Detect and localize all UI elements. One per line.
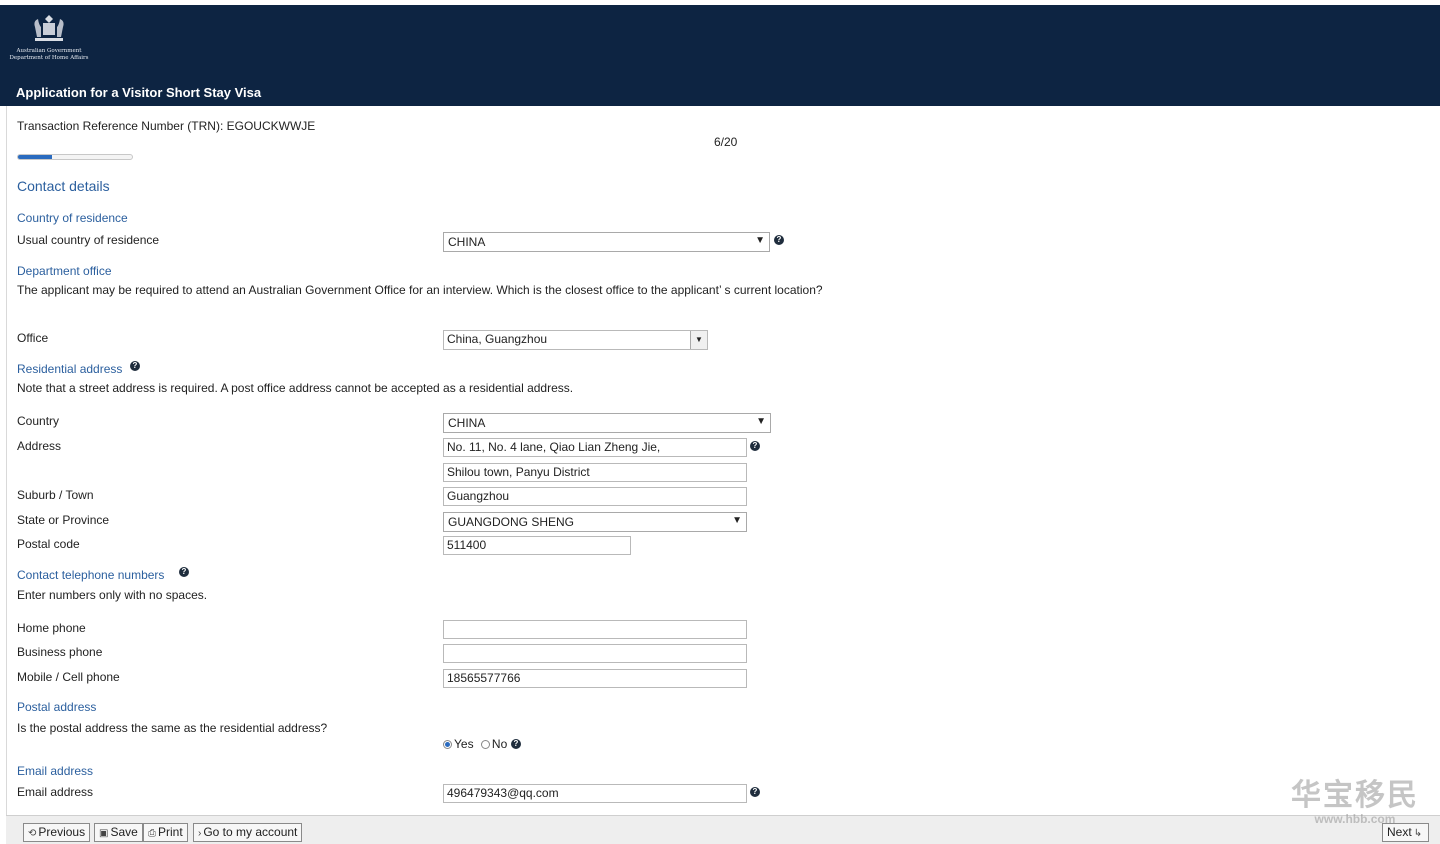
print-button[interactable]: ⎙ Print xyxy=(143,823,188,842)
mobile-phone-label: Mobile / Cell phone xyxy=(17,670,120,684)
trn-text: Transaction Reference Number (TRN): EGOU… xyxy=(17,119,316,133)
watermark-url: www.hbb.com xyxy=(1314,812,1396,826)
radio-no-label: No xyxy=(491,737,508,751)
chevron-down-icon: ▼ xyxy=(756,416,766,427)
section-country-of-residence: Country of residence xyxy=(17,211,128,225)
chevron-down-icon: ▼ xyxy=(755,235,765,246)
print-icon: ⎙ xyxy=(148,828,156,839)
chevron-right-icon: › xyxy=(198,828,202,839)
form-content: Transaction Reference Number (TRN): EGOU… xyxy=(6,106,1440,844)
office-label: Office xyxy=(17,331,49,345)
suburb-label: Suburb / Town xyxy=(17,488,94,502)
residential-address-note: Note that a street address is required. … xyxy=(17,381,574,395)
postal-same-question: Is the postal address the same as the re… xyxy=(17,721,328,735)
suburb-input[interactable]: Guangzhou xyxy=(443,487,747,506)
application-title: Application for a Visitor Short Stay Vis… xyxy=(16,85,262,100)
watermark-cn: 华宝移民 xyxy=(1291,778,1419,813)
section-postal-address: Postal address xyxy=(17,700,97,714)
address-line1-input[interactable]: No. 11, No. 4 lane, Qiao Lian Zheng Jie, xyxy=(443,438,747,457)
section-email-address: Email address xyxy=(17,764,94,778)
email-label: Email address xyxy=(17,785,94,799)
usual-country-label: Usual country of residence xyxy=(17,233,160,247)
print-label: Print xyxy=(158,825,183,839)
postal-code-input[interactable]: 511400 xyxy=(443,536,631,555)
question-circle-icon[interactable]: ? xyxy=(750,441,760,451)
government-logo: Australian Government Department of Home… xyxy=(4,13,94,71)
home-phone-label: Home phone xyxy=(17,621,86,635)
save-icon: ▣ xyxy=(99,828,109,839)
address-label: Address xyxy=(17,439,62,453)
state-value: GUANGDONG SHENG xyxy=(448,515,575,529)
postal-code-label: Postal code xyxy=(17,537,80,551)
usual-country-value: CHINA xyxy=(448,235,486,249)
section-department-office: Department office xyxy=(17,264,112,278)
department-office-note: The applicant may be required to attend … xyxy=(17,283,823,297)
form-footer: ⟲ Previous ▣ Save ⎙ Print › Go to my account… xyxy=(6,815,1440,844)
radio-yes[interactable] xyxy=(443,740,452,749)
address-line2-input[interactable]: Shilou town, Panyu District xyxy=(443,463,747,482)
combo-dropdown-button[interactable]: ▼ xyxy=(690,331,707,349)
section-contact-telephone: Contact telephone numbers xyxy=(17,568,165,582)
save-label: Save xyxy=(110,825,138,839)
question-circle-icon[interactable]: ? xyxy=(774,235,784,245)
page-title: Contact details xyxy=(17,178,110,194)
save-button[interactable]: ▣ Save xyxy=(94,823,143,842)
mobile-phone-input[interactable]: 18565577766 xyxy=(443,669,747,688)
progress-label: 6/20 xyxy=(714,135,738,149)
phone-note: Enter numbers only with no spaces. xyxy=(17,588,208,602)
question-circle-icon[interactable]: ? xyxy=(511,739,521,749)
previous-label: Previous xyxy=(38,825,86,839)
site-header: Australian Government Department of Home… xyxy=(0,5,1440,106)
radio-yes-label: Yes xyxy=(454,737,474,751)
business-phone-input[interactable] xyxy=(443,644,747,663)
question-circle-icon[interactable]: ? xyxy=(130,361,140,371)
gov-line-1: Australian Government xyxy=(16,48,82,54)
progress-bar xyxy=(17,154,133,160)
question-circle-icon[interactable]: ? xyxy=(750,787,760,797)
postal-same-radio-group: Yes No xyxy=(443,737,507,751)
go-to-account-button[interactable]: › Go to my account xyxy=(193,823,303,842)
progress-fill xyxy=(18,155,53,159)
business-phone-label: Business phone xyxy=(17,645,103,659)
home-phone-input[interactable] xyxy=(443,620,747,639)
country-label: Country xyxy=(17,414,60,428)
gov-line-2: Department of Home Affairs xyxy=(9,55,89,61)
state-label: State or Province xyxy=(17,513,110,527)
usual-country-select[interactable]: CHINA ▼ xyxy=(443,232,770,252)
coat-of-arms-icon xyxy=(34,15,64,41)
country-value: CHINA xyxy=(448,416,486,430)
previous-icon: ⟲ xyxy=(28,828,37,839)
previous-button[interactable]: ⟲ Previous xyxy=(23,823,91,842)
office-value: China, Guangzhou xyxy=(447,332,548,346)
email-input[interactable]: 496479343@qq.com xyxy=(443,784,747,803)
country-select[interactable]: CHINA ▼ xyxy=(443,413,771,433)
go-to-account-label: Go to my account xyxy=(203,825,298,839)
office-combobox[interactable]: China, Guangzhou ▼ xyxy=(443,330,708,350)
question-circle-icon[interactable]: ? xyxy=(179,567,189,577)
watermark: 华宝移民 www.hbb.com xyxy=(1280,770,1430,830)
state-select[interactable]: GUANGDONG SHENG ▼ xyxy=(443,512,747,532)
section-residential-address: Residential address xyxy=(17,362,123,376)
radio-no[interactable] xyxy=(480,740,490,749)
chevron-down-icon: ▼ xyxy=(732,515,742,526)
